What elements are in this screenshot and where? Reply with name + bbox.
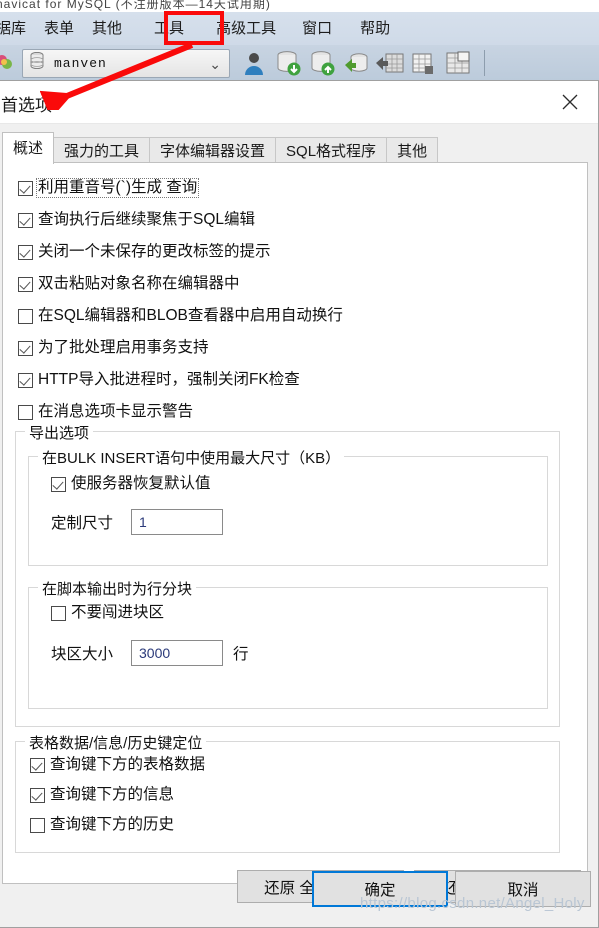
flower-icon[interactable] [0, 51, 16, 73]
table-import-icon[interactable] [376, 49, 404, 77]
checkbox-show-warnings[interactable] [18, 404, 33, 420]
database-restore-icon[interactable] [342, 49, 370, 77]
close-icon[interactable] [556, 89, 584, 115]
chunk-size-row: 块区大小 3000 行 [51, 640, 249, 666]
app-title: navicat for MySQL (不注册版本—14天试用期) [0, 0, 271, 11]
menu-database[interactable]: 据库 [0, 19, 35, 38]
checkbox-row-show-warnings[interactable]: 在消息选项卡显示警告 [18, 401, 193, 423]
chevron-down-icon[interactable]: ⌄ [209, 56, 221, 73]
checkbox-row-word-wrap[interactable]: 在SQL编辑器和BLOB查看器中启用自动换行 [18, 305, 343, 327]
grid-data-group: 表格数据/信息/历史键定位 查询键下方的表格数据 查询键下方的信息 查询键下方的… [15, 732, 560, 853]
checkbox-row-grid-info[interactable]: 查询键下方的信息 [30, 784, 174, 806]
chunk-legend: 在脚本输出时为行分块 [38, 578, 197, 599]
table-export-icon[interactable] [410, 49, 438, 77]
checkbox-label-unsaved-prompt: 关闭一个未保存的更改标签的提示 [38, 243, 271, 261]
checkbox-row-transaction-support[interactable]: 为了批处理启用事务支持 [18, 337, 209, 359]
checkbox-row-backtick-query[interactable]: 利用重音号(`)生成 查询 [18, 177, 200, 199]
checkbox-word-wrap[interactable] [18, 308, 33, 324]
tab-overview[interactable]: 概述 [2, 132, 55, 164]
user-icon[interactable] [240, 49, 268, 77]
checkbox-row-disable-fk-check[interactable]: HTTP导入批进程时，强制关闭FK检查 [18, 369, 300, 391]
checkbox-server-default[interactable] [51, 476, 66, 492]
checkbox-grid-history[interactable] [30, 817, 45, 833]
checkbox-row-server-default[interactable]: 使服务器恢复默认值 [51, 473, 211, 495]
database-import-icon[interactable] [274, 49, 302, 77]
menu-form[interactable]: 表单 [35, 19, 83, 38]
bulk-insert-legend: 在BULK INSERT语句中使用最大尺寸（KB） [38, 447, 345, 468]
custom-size-label: 定制尺寸 [51, 515, 114, 532]
checkbox-transaction-support[interactable] [18, 340, 33, 356]
checkbox-dblclick-paste[interactable] [18, 276, 33, 292]
app-titlebar: navicat for MySQL (不注册版本—14天试用期) [0, 0, 599, 12]
checkbox-disable-fk-check[interactable] [18, 372, 33, 388]
ok-button[interactable]: 确定 [312, 871, 448, 907]
database-icon [30, 51, 44, 75]
checkbox-no-chunk[interactable] [51, 605, 66, 621]
tab-sql-formatter[interactable]: SQL格式程序 [275, 137, 388, 164]
checkbox-focus-sql-editor[interactable] [18, 212, 33, 228]
toolbar-icons [240, 48, 485, 78]
checkbox-backtick-query[interactable] [18, 180, 33, 196]
checkbox-label-dblclick-paste: 双击粘贴对象名称在编辑器中 [38, 275, 240, 293]
connection-selector[interactable]: manven ⌄ [22, 49, 230, 78]
menu-items: 据库 表单 其他 工具 高级工具 窗口 帮助 [0, 12, 399, 45]
checkbox-row-grid-data[interactable]: 查询键下方的表格数据 [30, 754, 205, 776]
custom-size-input[interactable]: 1 [131, 509, 224, 535]
checkbox-label-no-chunk: 不要闯进块区 [71, 604, 165, 622]
preferences-dialog: 首选项 概述 强力的工具 字体编辑器设置 SQL格式程序 其他 利用重音号(`)… [0, 80, 599, 928]
grid-data-legend: 表格数据/信息/历史键定位 [25, 732, 207, 753]
connection-name: manven [54, 56, 107, 71]
app-toolbar: manven ⌄ [0, 45, 599, 81]
export-options-legend: 导出选项 [25, 422, 94, 443]
dialog-title: 首选项 [1, 96, 52, 115]
checkbox-label-transaction-support: 为了批处理启用事务支持 [38, 339, 209, 357]
checkbox-label-word-wrap: 在SQL编辑器和BLOB查看器中启用自动换行 [38, 307, 343, 325]
checkbox-unsaved-prompt[interactable] [18, 244, 33, 260]
chunk-size-input[interactable]: 3000 [131, 640, 224, 666]
app-menubar: 据库 表单 其他 工具 高级工具 窗口 帮助 [0, 12, 599, 46]
database-export-icon[interactable] [308, 49, 336, 77]
tab-panel-overview: 利用重音号(`)生成 查询 查询执行后继续聚焦于SQL编辑 关闭一个未保存的更改… [2, 162, 588, 903]
checkbox-row-dblclick-paste[interactable]: 双击粘贴对象名称在编辑器中 [18, 273, 240, 295]
checkbox-row-focus-sql-editor[interactable]: 查询执行后继续聚焦于SQL编辑 [18, 209, 255, 231]
checkbox-grid-info[interactable] [30, 787, 45, 803]
toolbar-separator [484, 50, 485, 76]
checkbox-label-grid-history: 查询键下方的历史 [50, 816, 175, 834]
tab-font-editor-settings[interactable]: 字体编辑器设置 [149, 137, 277, 164]
menu-window[interactable]: 窗口 [293, 19, 341, 38]
checkbox-label-backtick-query: 利用重音号(`)生成 查询 [35, 178, 200, 198]
chunk-size-label: 块区大小 [51, 646, 114, 663]
checkbox-row-no-chunk[interactable]: 不要闯进块区 [51, 602, 164, 624]
tabstrip: 概述 强力的工具 字体编辑器设置 SQL格式程序 其他 [2, 131, 588, 164]
checkbox-label-grid-data: 查询键下方的表格数据 [50, 756, 206, 774]
menu-tools[interactable]: 工具 [145, 19, 193, 38]
table-structure-icon[interactable] [444, 49, 472, 77]
menu-help[interactable]: 帮助 [351, 19, 399, 38]
dialog-titlebar: 首选项 [0, 81, 598, 124]
tab-power-tools[interactable]: 强力的工具 [53, 137, 151, 164]
checkbox-row-grid-history[interactable]: 查询键下方的历史 [30, 814, 174, 836]
chunk-group: 在脚本输出时为行分块 不要闯进块区 块区大小 3000 行 [28, 578, 548, 709]
checkbox-grid-data[interactable] [30, 757, 45, 773]
menu-advanced-tools[interactable]: 高级工具 [207, 19, 285, 38]
checkbox-label-show-warnings: 在消息选项卡显示警告 [38, 403, 194, 421]
custom-size-row: 定制尺寸 1 [51, 509, 224, 535]
menu-other[interactable]: 其他 [83, 19, 131, 38]
checkbox-label-focus-sql-editor: 查询执行后继续聚焦于SQL编辑 [38, 211, 256, 229]
tab-other[interactable]: 其他 [386, 137, 439, 164]
checkbox-row-unsaved-prompt[interactable]: 关闭一个未保存的更改标签的提示 [18, 241, 271, 263]
checkbox-label-disable-fk-check: HTTP导入批进程时，强制关闭FK检查 [38, 371, 300, 389]
chunk-size-unit: 行 [233, 646, 249, 663]
screenshot-root: navicat for MySQL (不注册版本—14天试用期) 据库 表单 其… [0, 0, 599, 928]
checkbox-label-server-default: 使服务器恢复默认值 [71, 475, 211, 493]
checkbox-label-grid-info: 查询键下方的信息 [50, 786, 175, 804]
bulk-insert-group: 在BULK INSERT语句中使用最大尺寸（KB） 使服务器恢复默认值 定制尺寸… [28, 447, 548, 566]
export-options-group: 导出选项 在BULK INSERT语句中使用最大尺寸（KB） 使服务器恢复默认值… [15, 422, 560, 727]
cancel-button[interactable]: 取消 [455, 871, 591, 907]
